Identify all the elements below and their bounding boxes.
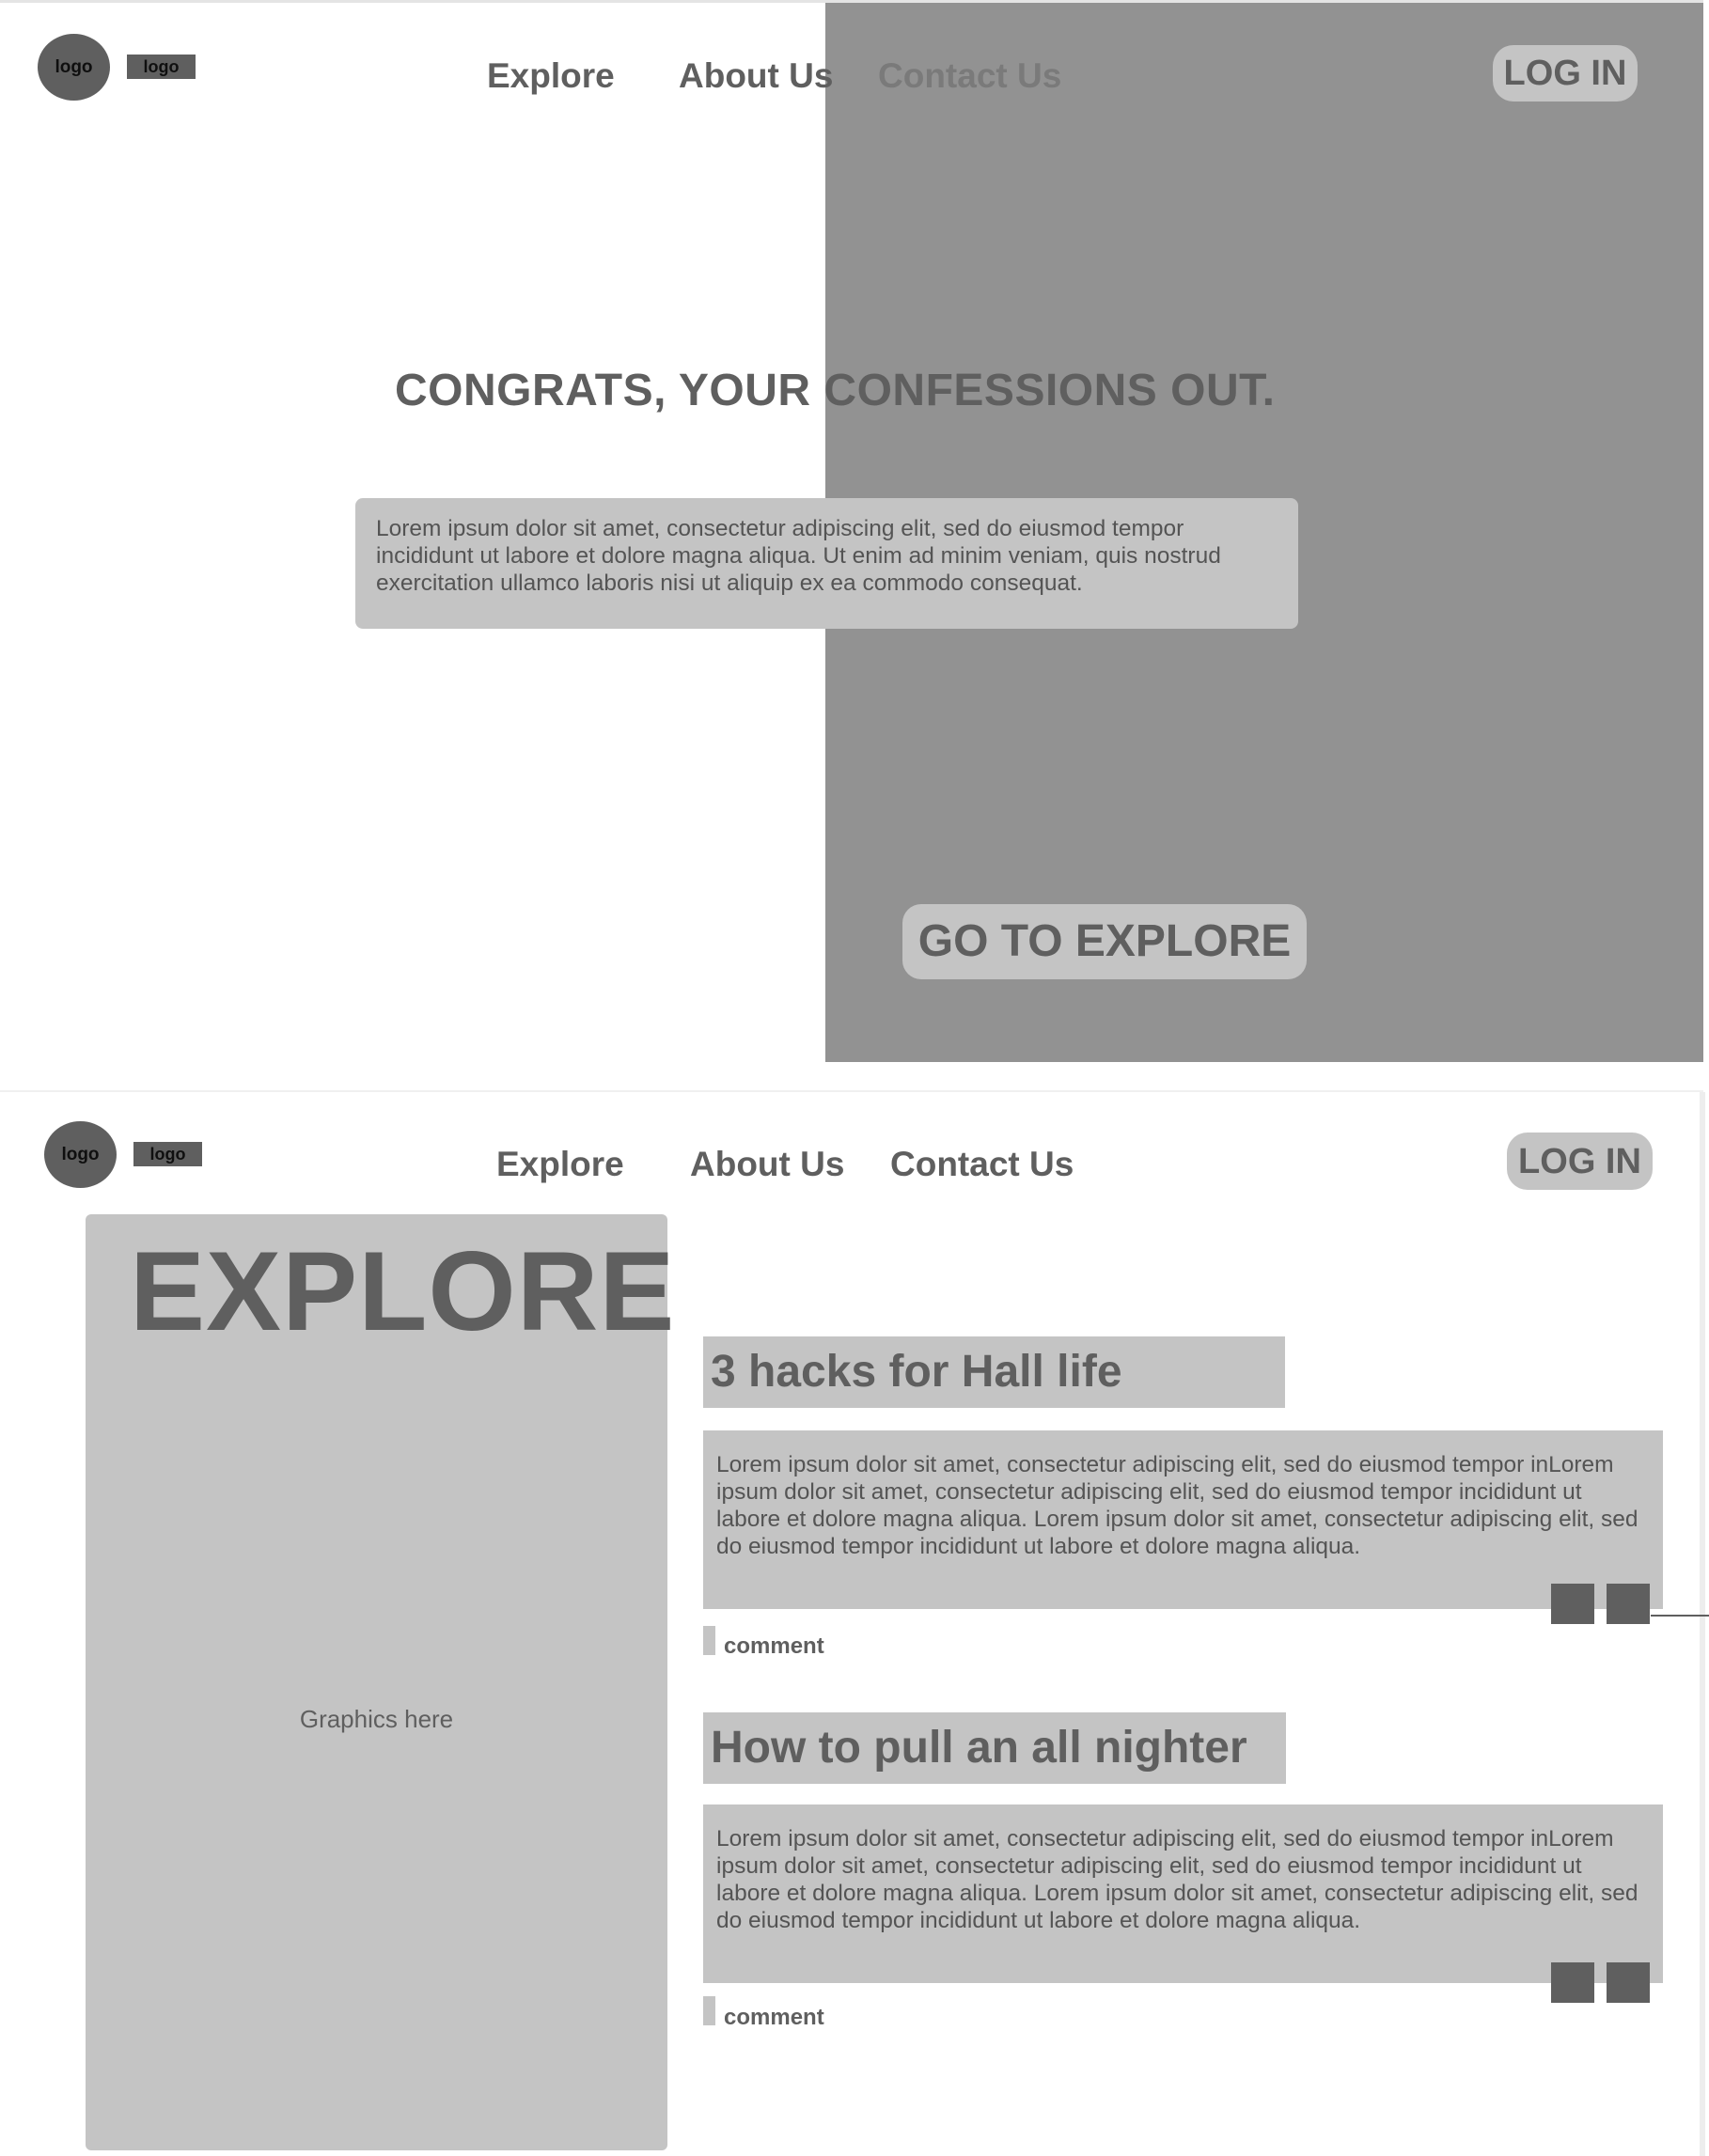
comment-marker (703, 1626, 715, 1655)
logo-wordmark[interactable]: logo (133, 1142, 202, 1166)
nav-contact-us[interactable]: Contact Us (890, 1147, 1074, 1181)
confession-text: Lorem ipsum dolor sit amet, consectetur … (355, 498, 1298, 629)
post-action-button[interactable] (1551, 1962, 1594, 2003)
post-action-button[interactable] (1551, 1584, 1594, 1624)
logo-wordmark[interactable]: logo (127, 55, 196, 79)
nav-explore[interactable]: Explore (487, 58, 615, 93)
nav-contact-us[interactable]: Contact Us (878, 58, 1061, 93)
post-title[interactable]: 3 hacks for Hall life (703, 1336, 1285, 1408)
nav-explore[interactable]: Explore (496, 1147, 624, 1181)
login-button[interactable]: LOG IN (1493, 45, 1638, 102)
nav-about-us[interactable]: About Us (679, 58, 833, 93)
nav-about-us[interactable]: About Us (690, 1147, 844, 1181)
post-action-button[interactable] (1607, 1962, 1650, 2003)
comment-link[interactable]: comment (724, 1635, 824, 1658)
logo-circle[interactable]: logo (44, 1121, 117, 1188)
post-body: Lorem ipsum dolor sit amet, consectetur … (703, 1804, 1663, 1983)
post-body: Lorem ipsum dolor sit amet, consectetur … (703, 1430, 1663, 1609)
post-action-button[interactable] (1607, 1584, 1650, 1624)
comment-link[interactable]: comment (724, 2007, 824, 2029)
comment-marker (703, 1996, 715, 2025)
frame-scroll-edge (1700, 1092, 1705, 2156)
go-to-explore-button[interactable]: GO TO EXPLORE (902, 904, 1307, 979)
logo-circle[interactable]: logo (38, 34, 110, 101)
login-button[interactable]: LOG IN (1507, 1133, 1653, 1190)
explore-title: EXPLORE (130, 1228, 676, 1354)
post-title[interactable]: How to pull an all nighter (703, 1712, 1286, 1784)
confession-heading: CONGRATS, YOUR CONFESSIONS OUT. (395, 366, 1276, 415)
explore-graphics-panel (86, 1214, 667, 2150)
connector-line (1651, 1615, 1709, 1617)
graphics-placeholder-label: Graphics here (299, 1705, 454, 1733)
